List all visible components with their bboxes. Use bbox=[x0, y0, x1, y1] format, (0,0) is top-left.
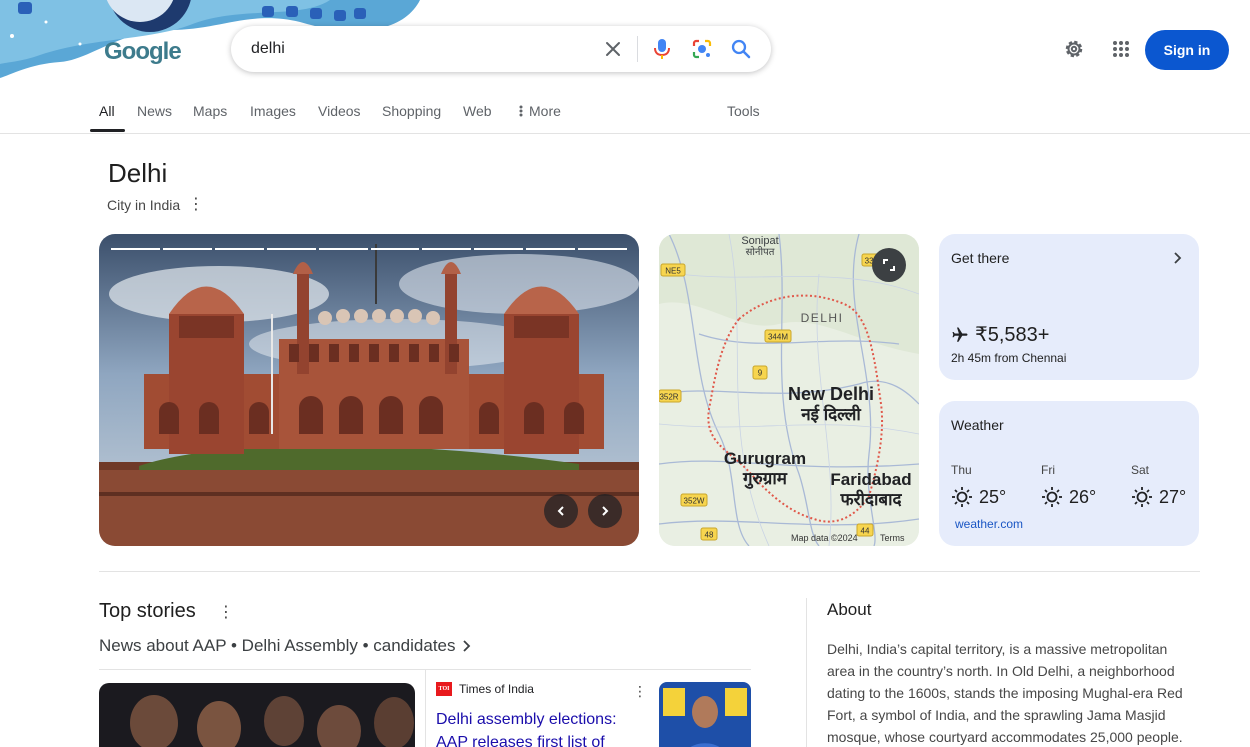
clear-icon[interactable] bbox=[601, 37, 625, 61]
map-label-delhi: DELHI bbox=[801, 311, 844, 325]
column-divider bbox=[806, 598, 807, 747]
get-there-card[interactable]: Get there ₹5,583+ 2h 45m from Chennai bbox=[939, 234, 1199, 380]
story-source-name: Times of India bbox=[459, 682, 534, 696]
about-description: Delhi, India’s capital territory, is a m… bbox=[827, 641, 1183, 745]
settings-gear-icon[interactable] bbox=[1062, 37, 1086, 61]
chevron-right-icon bbox=[1174, 252, 1182, 264]
weather-title: Weather bbox=[951, 417, 1004, 433]
story-thumbnail[interactable] bbox=[659, 682, 751, 747]
tab-videos[interactable]: Videos bbox=[318, 103, 361, 119]
story-image[interactable] bbox=[99, 683, 415, 747]
airplane-icon bbox=[952, 327, 968, 342]
get-there-title: Get there bbox=[951, 250, 1010, 266]
weather-card[interactable]: Weather Thu Fri Sat 25° 26° 27° weather.… bbox=[939, 401, 1199, 546]
search-input[interactable] bbox=[251, 38, 581, 60]
tab-web[interactable]: Web bbox=[463, 103, 492, 119]
chevron-right-icon bbox=[602, 506, 609, 516]
toi-logo: TOI bbox=[436, 682, 452, 696]
weather-day-thu: Thu bbox=[951, 463, 972, 477]
map-label-sonipat: Sonipat bbox=[741, 235, 778, 247]
news-topic-link[interactable]: News about AAP • Delhi Assembly • candid… bbox=[99, 636, 472, 656]
map-label-new-delhi: New Delhi bbox=[788, 384, 874, 404]
top-stories-more-icon[interactable]: ⋮ bbox=[218, 602, 234, 622]
weather-day-sat: Sat bbox=[1131, 463, 1150, 477]
carousel-previous-button[interactable] bbox=[544, 494, 578, 528]
tools-button[interactable]: Tools bbox=[727, 103, 760, 119]
entity-more-options-icon[interactable]: ⋮ bbox=[188, 194, 204, 214]
flight-duration: 2h 45m from Chennai bbox=[951, 351, 1067, 365]
map-label-sonipat-hi: सोनीपत bbox=[746, 246, 775, 258]
tab-news[interactable]: News bbox=[137, 103, 172, 119]
carousel-progress bbox=[111, 248, 628, 250]
sun-icon bbox=[952, 487, 972, 507]
tab-more[interactable]: More bbox=[519, 103, 561, 119]
active-tab-indicator bbox=[90, 129, 125, 132]
carousel-next-button[interactable] bbox=[588, 494, 622, 528]
flight-price: ₹5,583+ bbox=[951, 322, 1049, 347]
map-shield-352r: 352R bbox=[659, 393, 678, 402]
sun-icon bbox=[1042, 487, 1062, 507]
flight-price-value: ₹5,583+ bbox=[975, 324, 1050, 346]
tab-maps[interactable]: Maps bbox=[193, 103, 227, 119]
more-vert-icon bbox=[519, 105, 523, 117]
red-fort-photo[interactable] bbox=[99, 234, 639, 546]
map-shield-48: 48 bbox=[705, 531, 714, 540]
map-shield-ne5: NE5 bbox=[665, 267, 681, 276]
map-shield-9: 9 bbox=[758, 369, 763, 378]
stories-column-divider bbox=[425, 670, 426, 747]
weather-temp-sat: 27° bbox=[1131, 486, 1186, 508]
story-headline[interactable]: Delhi assembly elections: AAP releases f… bbox=[436, 708, 636, 747]
map-label-faridabad: Faridabad bbox=[830, 470, 911, 489]
search-tabs: All News Maps Images Videos Shopping Web… bbox=[0, 90, 1250, 134]
map-data-attribution: Map data ©2024 bbox=[791, 533, 858, 543]
map-shield-352w: 352W bbox=[684, 497, 705, 506]
search-icon[interactable] bbox=[729, 37, 753, 61]
weather-day-fri: Fri bbox=[1041, 463, 1055, 477]
story-source: TOI Times of India bbox=[436, 682, 534, 696]
entity-subtitle: City in India bbox=[107, 197, 181, 213]
section-divider bbox=[99, 571, 1200, 572]
expand-icon bbox=[883, 259, 895, 271]
chevron-left-icon bbox=[557, 506, 564, 516]
story-more-options-icon[interactable]: ⋮ bbox=[632, 683, 648, 701]
google-logo[interactable]: Google bbox=[104, 38, 182, 66]
map-expand-button[interactable] bbox=[872, 248, 906, 282]
news-topic-label: News about AAP • Delhi Assembly • candid… bbox=[99, 636, 456, 655]
weather-source-link[interactable]: weather.com bbox=[955, 517, 1023, 531]
map-label-faridabad-hi: फरीदाबाद bbox=[839, 489, 902, 509]
map-shield-344m: 344M bbox=[768, 333, 788, 342]
entity-title: Delhi bbox=[108, 158, 168, 188]
lens-icon[interactable] bbox=[690, 37, 714, 61]
delhi-map[interactable]: NE5 334B 344M 9 352R 352W 48 44 Sonipat … bbox=[659, 234, 919, 546]
microphone-icon[interactable] bbox=[650, 37, 674, 61]
map-label-gurugram-hi: गुरुग्राम bbox=[742, 469, 788, 489]
about-title: About bbox=[827, 600, 872, 619]
search-box bbox=[231, 26, 771, 72]
map-label-gurugram: Gurugram bbox=[724, 449, 806, 468]
apps-grid-icon[interactable] bbox=[1109, 37, 1133, 61]
top-stories-title: Top stories bbox=[99, 600, 196, 622]
chevron-right-icon bbox=[462, 640, 470, 652]
map-terms-link[interactable]: Terms bbox=[880, 533, 905, 543]
search-divider bbox=[637, 36, 638, 62]
tab-images[interactable]: Images bbox=[250, 103, 296, 119]
tab-more-label: More bbox=[529, 103, 561, 119]
weather-temp-thu: 25° bbox=[951, 486, 1006, 508]
sign-in-button[interactable]: Sign in bbox=[1145, 30, 1229, 70]
weather-temp-fri: 26° bbox=[1041, 486, 1096, 508]
sun-icon bbox=[1132, 487, 1152, 507]
map-label-new-delhi-hi: नई दिल्ली bbox=[800, 404, 861, 424]
tab-all[interactable]: All bbox=[99, 103, 115, 119]
map-shield-44: 44 bbox=[861, 527, 870, 536]
tab-shopping[interactable]: Shopping bbox=[382, 103, 441, 119]
